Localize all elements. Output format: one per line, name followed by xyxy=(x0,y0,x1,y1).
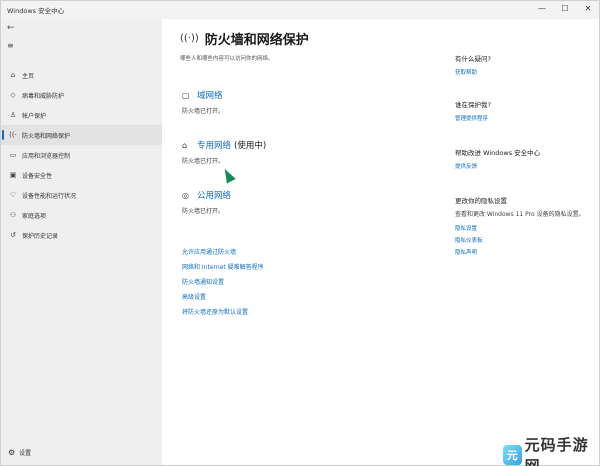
heart-icon: ♡ xyxy=(9,191,17,199)
main-content: ((·)) 防火墙和网络保护 哪些人和哪些内容可以访问你的网络。 ▢ 域网络 防… xyxy=(162,19,599,465)
home-icon: ⌂ xyxy=(10,71,16,79)
person-icon: ♙ xyxy=(9,111,17,119)
maximize-button[interactable]: ☐ xyxy=(558,3,572,15)
sidebar-item-app-browser-control[interactable]: ▭ 应用和浏览器控制 xyxy=(1,145,162,165)
privacy-dashboard-link[interactable]: 隐私仪表板 xyxy=(455,236,595,244)
watermark-logo: 元 元码手游网 xyxy=(503,434,599,466)
advanced-settings-link[interactable]: 高级设置 xyxy=(182,290,264,305)
privacy-statement-link[interactable]: 隐私声明 xyxy=(455,248,595,256)
domain-network-icon: ▢ xyxy=(182,90,190,100)
sidebar-item-label: 病毒和威胁防护 xyxy=(22,92,65,100)
privacy-description: 查看和更改 Windows 11 Pro 设备的隐私设置。 xyxy=(455,211,585,218)
firewall-status: 防火墙已打开。 xyxy=(182,158,225,165)
page-title: 防火墙和网络保护 xyxy=(204,33,309,48)
network-domain: ▢ 域网络 防火墙已打开。 xyxy=(182,89,226,116)
sidebar-item-label: 防火墙和网络保护 xyxy=(22,132,71,140)
sidebar-item-label: 主页 xyxy=(22,72,35,80)
minimize-button[interactable]: — xyxy=(535,3,549,15)
sidebar-item-device-security[interactable]: ▣ 设备安全性 xyxy=(1,165,162,185)
watermark-logo-icon: 元 xyxy=(503,445,522,465)
gear-icon: ⚙ xyxy=(8,448,16,457)
network-link-private[interactable]: 专用网络 xyxy=(197,139,231,151)
allow-app-link[interactable]: 允许应用通过防火墙 xyxy=(182,245,264,260)
firewall-status: 防火墙已打开。 xyxy=(182,208,225,215)
firewall-links: 允许应用通过防火墙 网络和 Internet 疑难解答程序 防火墙通知设置 高级… xyxy=(182,245,264,320)
help-title: 有什么疑问? xyxy=(455,55,491,63)
manage-providers-link[interactable]: 管理提供程序 xyxy=(455,114,595,122)
page-header: ((·)) 防火墙和网络保护 xyxy=(180,29,309,48)
notification-settings-link[interactable]: 防火墙通知设置 xyxy=(182,275,264,290)
sidebar-item-label: 设备安全性 xyxy=(22,172,53,180)
help-section: 有什么疑问? 获取帮助 xyxy=(455,53,595,76)
family-icon: ⚇ xyxy=(9,211,17,219)
sidebar-item-family-options[interactable]: ⚇ 家庭选项 xyxy=(1,205,162,225)
hamburger-menu-icon[interactable]: ≡ xyxy=(7,41,14,50)
watermark-text: 元码手游网 xyxy=(524,436,589,466)
sidebar-item-home[interactable]: ⌂ 主页 xyxy=(1,65,162,85)
sidebar-item-label: 保护历史记录 xyxy=(22,232,59,240)
provider-title: 谁在保护我? xyxy=(455,101,491,109)
private-network-icon: ⌂ xyxy=(182,140,188,150)
privacy-settings-link[interactable]: 隐私设置 xyxy=(455,224,595,232)
sidebar-item-label: 设备性能和运行状况 xyxy=(22,192,77,200)
firewall-status: 防火墙已打开。 xyxy=(182,108,225,115)
close-button[interactable]: ✕ xyxy=(581,3,595,15)
sidebar-nav: ⌂ 主页 ◇ 病毒和威胁防护 ♙ 帐户保护 ((· 防火墙和网络保护 ▭ 应用和… xyxy=(1,65,162,245)
sidebar-item-label: 家庭选项 xyxy=(22,212,47,220)
network-private: ⌂ 专用网络 (使用中) 防火墙已打开。 xyxy=(182,139,267,166)
sidebar-item-protection-history[interactable]: ↺ 保护历史记录 xyxy=(1,225,162,245)
network-public: ◎ 公用网络 防火墙已打开。 xyxy=(182,189,234,216)
privacy-section: 更改你的隐私设置 查看和更改 Windows 11 Pro 设备的隐私设置。 隐… xyxy=(455,195,595,256)
page-description: 哪些人和哪些内容可以访问你的网络。 xyxy=(180,56,274,62)
window-title: Windows 安全中心 xyxy=(7,7,65,15)
sidebar-item-settings[interactable]: ⚙ 设置 xyxy=(8,448,31,457)
sidebar-item-device-performance[interactable]: ♡ 设备性能和运行状况 xyxy=(1,185,162,205)
app-window: Windows 安全中心 — ☐ ✕ ← ≡ ⌂ 主页 ◇ 病毒和威胁防护 ♙ … xyxy=(0,0,600,466)
wifi-icon: ((· xyxy=(9,131,17,139)
sidebar-item-virus-protection[interactable]: ◇ 病毒和威胁防护 xyxy=(1,85,162,105)
public-network-icon: ◎ xyxy=(182,190,189,200)
feedback-section: 帮助改进 Windows 安全中心 提供反馈 xyxy=(455,147,595,170)
sidebar-item-label: 设置 xyxy=(19,450,32,457)
sidebar-item-label: 应用和浏览器控制 xyxy=(22,152,71,160)
sidebar-item-label: 帐户保护 xyxy=(22,112,47,120)
network-in-use-label: (使用中) xyxy=(234,141,267,151)
network-link-domain[interactable]: 域网络 xyxy=(197,89,223,101)
provider-section: 谁在保护我? 管理提供程序 xyxy=(455,99,595,122)
history-icon: ↺ xyxy=(10,231,16,239)
troubleshooter-link[interactable]: 网络和 Internet 疑难解答程序 xyxy=(182,260,264,275)
back-arrow-icon[interactable]: ← xyxy=(7,23,15,33)
privacy-title: 更改你的隐私设置 xyxy=(455,197,507,205)
title-bar: Windows 安全中心 — ☐ ✕ xyxy=(1,1,599,19)
feedback-title: 帮助改进 Windows 安全中心 xyxy=(455,149,541,157)
network-link-public[interactable]: 公用网络 xyxy=(197,189,231,201)
sidebar: ← ≡ ⌂ 主页 ◇ 病毒和威胁防护 ♙ 帐户保护 ((· 防火墙和网络保护 ▭… xyxy=(1,19,162,465)
sidebar-item-account-protection[interactable]: ♙ 帐户保护 xyxy=(1,105,162,125)
get-help-link[interactable]: 获取帮助 xyxy=(455,68,595,76)
shield-icon: ◇ xyxy=(10,91,16,99)
device-chip-icon: ▣ xyxy=(9,171,17,179)
sidebar-item-firewall[interactable]: ((· 防火墙和网络保护 xyxy=(1,125,162,145)
restore-defaults-link[interactable]: 将防火墙还原为默认设置 xyxy=(182,305,264,320)
give-feedback-link[interactable]: 提供反馈 xyxy=(455,162,595,170)
wifi-icon: ((·)) xyxy=(180,33,199,44)
app-window-icon: ▭ xyxy=(9,151,17,159)
